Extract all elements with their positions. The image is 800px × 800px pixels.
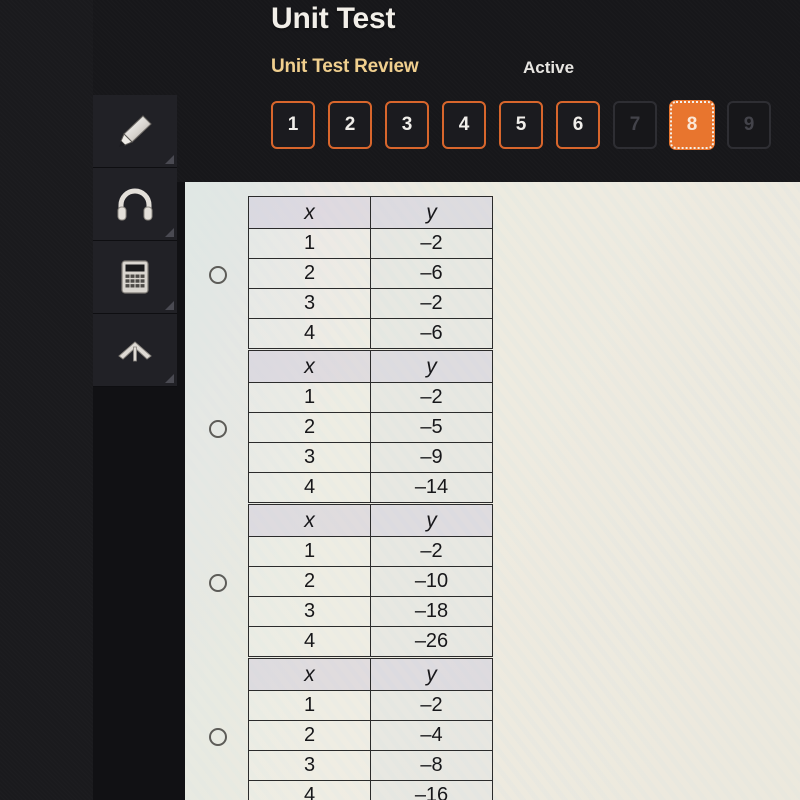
table-row: 1 –2 — [248, 382, 493, 413]
table-row: 2 –10 — [248, 566, 493, 597]
column-header-x: x — [248, 504, 371, 537]
table-row: 4 –6 — [248, 318, 493, 349]
screenshot-root: Unit Test Unit Test Review Active 123456… — [0, 0, 800, 800]
tool-collapse[interactable] — [93, 314, 177, 387]
table-header-row: xy — [248, 658, 493, 691]
cell-y: –5 — [370, 412, 493, 443]
table-row: 1 –2 — [248, 536, 493, 567]
assignment-name: Unit Test Review — [271, 56, 419, 77]
table-row: 2 –6 — [248, 258, 493, 289]
column-header-y: y — [370, 504, 493, 537]
question-button-7: 7 — [613, 101, 657, 149]
tool-read-aloud[interactable] — [93, 168, 177, 241]
cell-y: –26 — [370, 626, 493, 657]
option-table: x y 1 –2 2 –4 3 –8 4 –16 — [248, 658, 493, 800]
column-header-y: y — [370, 658, 493, 691]
table-row: 3 –18 — [248, 596, 493, 627]
cell-y: –9 — [370, 442, 493, 473]
cell-x: 4 — [248, 472, 371, 503]
cell-x: 2 — [248, 412, 371, 443]
column-header-x: x — [248, 350, 371, 383]
cell-y: –2 — [370, 382, 493, 413]
column-header-x: x — [248, 658, 371, 691]
cell-y: –2 — [370, 536, 493, 567]
cell-x: 2 — [248, 720, 371, 751]
table-row: 3 –9 — [248, 442, 493, 473]
question-pager: 123456789 — [271, 101, 771, 149]
radio-option-c[interactable] — [209, 574, 227, 592]
headphones-icon — [112, 181, 158, 227]
cell-x: 4 — [248, 318, 371, 349]
cell-x: 1 — [248, 536, 371, 567]
cell-x: 2 — [248, 258, 371, 289]
cell-x: 1 — [248, 228, 371, 259]
cell-y: –16 — [370, 780, 493, 800]
question-button-4[interactable]: 4 — [442, 101, 486, 149]
status-badge: Active — [523, 58, 575, 77]
cell-x: 3 — [248, 288, 371, 319]
question-button-3[interactable]: 3 — [385, 101, 429, 149]
table-row: 3 –2 — [248, 288, 493, 319]
table-header-row: xy — [248, 196, 493, 229]
question-button-6[interactable]: 6 — [556, 101, 600, 149]
cell-y: –6 — [370, 318, 493, 349]
cell-x: 1 — [248, 690, 371, 721]
table-row: 3 –8 — [248, 750, 493, 781]
question-button-1[interactable]: 1 — [271, 101, 315, 149]
question-button-9: 9 — [727, 101, 771, 149]
option-table: x y 1 –2 2 –6 3 –2 4 –6 — [248, 196, 493, 349]
cell-y: –2 — [370, 690, 493, 721]
outer-left-margin — [0, 0, 93, 800]
cell-x: 4 — [248, 626, 371, 657]
question-content-area: x y 1 –2 2 –6 3 –2 4 –6 x y 1 –2 2 –5 3 –9 4 –14 x y 1 –2 2 –10 3–… — [185, 182, 800, 800]
cell-y: –4 — [370, 720, 493, 751]
cell-x: 3 — [248, 442, 371, 473]
table-header-row: xy — [248, 504, 493, 537]
table-row: 2 –5 — [248, 412, 493, 443]
option-table: x y 1 –2 2 –10 3 –18 4 –26 — [248, 504, 493, 657]
cell-x: 3 — [248, 750, 371, 781]
cell-y: –2 — [370, 228, 493, 259]
table-row: 4 –26 — [248, 626, 493, 657]
column-header-y: y — [370, 196, 493, 229]
question-button-8[interactable]: 8 — [670, 101, 714, 149]
cell-x: 2 — [248, 566, 371, 597]
cell-y: –2 — [370, 288, 493, 319]
column-header-x: x — [248, 196, 371, 229]
calculator-icon — [112, 254, 158, 300]
cell-x: 3 — [248, 596, 371, 627]
question-button-2[interactable]: 2 — [328, 101, 372, 149]
table-row: 1 –2 — [248, 690, 493, 721]
question-button-5[interactable]: 5 — [499, 101, 543, 149]
cell-y: –8 — [370, 750, 493, 781]
app-header-bar: Unit Test Unit Test Review Active 123456… — [93, 0, 800, 182]
chevron-up-icon — [112, 327, 158, 373]
tool-sidebar — [93, 95, 177, 387]
tool-highlighter[interactable] — [93, 95, 177, 168]
table-row: 2 –4 — [248, 720, 493, 751]
cell-x: 4 — [248, 780, 371, 800]
cell-y: –14 — [370, 472, 493, 503]
table-header-row: xy — [248, 350, 493, 383]
radio-option-b[interactable] — [209, 420, 227, 438]
column-header-y: y — [370, 350, 493, 383]
radio-option-a[interactable] — [209, 266, 227, 284]
radio-option-d[interactable] — [209, 728, 227, 746]
cell-y: –6 — [370, 258, 493, 289]
page-title: Unit Test — [271, 2, 396, 35]
table-row: 4 –14 — [248, 472, 493, 503]
highlighter-icon — [112, 108, 158, 154]
table-row: 4 –16 — [248, 780, 493, 800]
cell-y: –10 — [370, 566, 493, 597]
table-row: 1 –2 — [248, 228, 493, 259]
cell-x: 1 — [248, 382, 371, 413]
option-table: x y 1 –2 2 –5 3 –9 4 –14 — [248, 350, 493, 503]
tool-calculator[interactable] — [93, 241, 177, 314]
cell-y: –18 — [370, 596, 493, 627]
